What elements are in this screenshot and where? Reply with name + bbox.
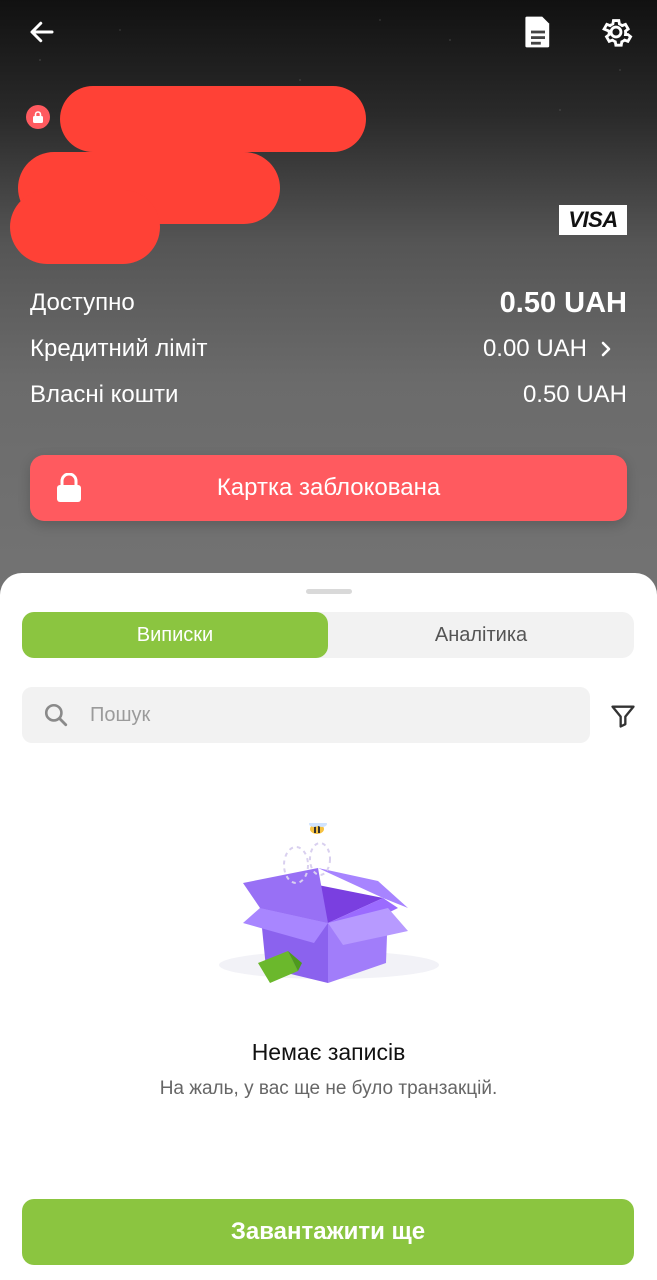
document-icon	[525, 16, 550, 48]
locked-badge	[26, 105, 50, 129]
card-blocked-button[interactable]: Картка заблокована	[30, 455, 627, 521]
filter-icon	[611, 705, 635, 728]
available-label: Доступно	[30, 289, 135, 316]
available-balance-row: Доступно 0.50 UAH	[30, 284, 627, 322]
tab-statements[interactable]: Виписки	[22, 612, 328, 658]
card-header: VISA Доступно 0.50 UAH Кредитний ліміт 0…	[0, 0, 657, 640]
settings-button[interactable]	[596, 12, 636, 52]
empty-state-subtitle: На жаль, у вас ще не було транзакцій.	[159, 1078, 498, 1099]
redaction-mark	[10, 190, 160, 264]
lock-icon	[33, 111, 43, 123]
search-field[interactable]: Пошук	[22, 687, 590, 743]
credit-limit-label: Кредитний ліміт	[30, 335, 208, 362]
credit-limit-row[interactable]: Кредитний ліміт 0.00 UAH	[30, 330, 627, 368]
own-funds-row: Власні кошти 0.50 UAH	[30, 376, 627, 414]
card-blocked-label: Картка заблокована	[216, 474, 441, 501]
empty-box-illustration	[219, 823, 439, 983]
filter-button[interactable]	[606, 699, 640, 733]
search-icon	[42, 701, 70, 729]
bottom-sheet: Виписки Аналітика Пошук Немає записів На…	[0, 573, 657, 1280]
back-arrow-icon	[30, 21, 54, 43]
chevron-right-icon	[601, 341, 611, 357]
statement-document-button[interactable]	[518, 12, 558, 52]
credit-limit-value: 0.00 UAH	[482, 335, 587, 362]
lock-icon	[57, 473, 81, 502]
load-more-button[interactable]: Завантажити ще	[22, 1199, 634, 1265]
back-button[interactable]	[22, 12, 62, 52]
own-funds-label: Власні кошти	[30, 381, 179, 408]
visa-logo: VISA	[559, 205, 627, 235]
available-value: 0.50 UAH	[499, 286, 627, 319]
own-funds-value: 0.50 UAH	[522, 381, 627, 408]
empty-state-title: Немає записів	[251, 1039, 406, 1065]
segmented-tabs: Виписки Аналітика	[22, 612, 634, 658]
sheet-drag-handle[interactable]	[306, 589, 352, 594]
redaction-mark	[60, 86, 366, 152]
tab-analytics[interactable]: Аналітика	[328, 612, 634, 658]
gear-icon	[602, 19, 633, 47]
search-input[interactable]: Пошук	[90, 704, 150, 727]
